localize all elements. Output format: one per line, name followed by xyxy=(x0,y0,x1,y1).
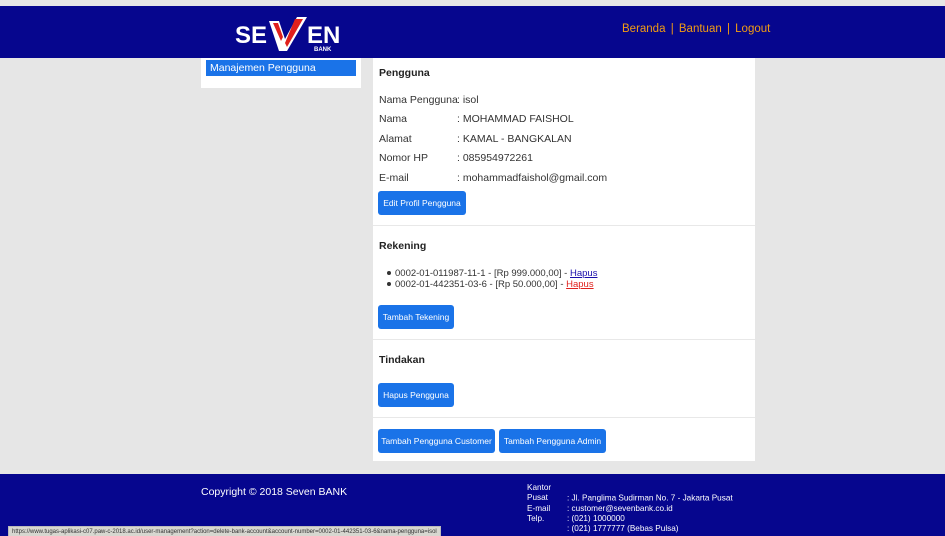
field-label: Nomor HP xyxy=(379,152,429,164)
account-text: 0002-01-442351-03-6 - [Rp 50.000,00] - xyxy=(395,279,567,290)
delete-account-link[interactable]: Hapus xyxy=(566,279,593,290)
field-value: : KAMAL - BANGKALAN xyxy=(457,133,572,145)
field-label: Alamat xyxy=(379,133,412,145)
account-list-item: 0002-01-011987-11-1 - [Rp 999.000,00] - … xyxy=(387,268,597,279)
section-divider xyxy=(373,417,755,418)
contact-key: E-mail xyxy=(527,503,551,513)
add-account-button[interactable]: Tambah Tekening xyxy=(378,305,454,329)
copyright-text: Copyright © 2018 Seven BANK xyxy=(201,486,348,498)
browser-status-url: https://www.tugas-aplikasi-c07.paw-c-201… xyxy=(8,526,441,536)
nav-help-link[interactable]: Bantuan xyxy=(679,23,722,35)
actions-section-title: Tindakan xyxy=(379,354,425,366)
account-list-item: 0002-01-442351-03-6 - [Rp 50.000,00] - H… xyxy=(387,279,597,290)
field-label: Nama xyxy=(379,113,408,125)
footer: Copyright © 2018 Seven BANK Kantor Pusat… xyxy=(0,474,945,536)
field-label: Nama Pengguna xyxy=(379,94,458,106)
bullet-icon xyxy=(387,282,391,287)
contact-row: : (021) 1777777 (Bebas Pulsa) xyxy=(527,524,733,534)
svg-text:SE: SE xyxy=(235,22,267,49)
nav-separator: | xyxy=(670,23,674,35)
contact-row: Kantor Pusat : Jl. Panglima Sudirman No. … xyxy=(527,483,733,504)
edit-profile-button[interactable]: Edit Profil Pengguna xyxy=(378,191,466,215)
account-list: 0002-01-011987-11-1 - [Rp 999.000,00] - … xyxy=(387,268,597,290)
user-field-row: Nama : MOHAMMAD FAISHOL xyxy=(379,113,574,125)
field-value: : isol xyxy=(457,94,479,106)
contact-key: Kantor Pusat xyxy=(527,483,552,503)
contact-info: Kantor Pusat : Jl. Panglima Sudirman No. … xyxy=(527,483,733,534)
top-nav: Beranda | Bantuan | Logout xyxy=(622,23,770,35)
main-content: Pengguna Nama Pengguna: isol Nama : MOHAM… xyxy=(373,58,755,461)
accounts-section-title: Rekening xyxy=(379,240,427,252)
delete-account-link[interactable]: Hapus xyxy=(570,268,597,279)
contact-value: : Jl. Panglima Sudirman No. 7 - Jakarta … xyxy=(567,493,733,503)
nav-home-link[interactable]: Beranda xyxy=(622,23,665,35)
sidebar-item-user-management[interactable]: Manajemen Pengguna xyxy=(206,60,356,76)
contact-value: : (021) 1777777 (Bebas Pulsa) xyxy=(567,524,679,534)
add-admin-user-button[interactable]: Tambah Pengguna Admin xyxy=(499,429,606,453)
contact-row: Telp. : (021) 1000000 xyxy=(527,514,733,524)
field-label: E-mail xyxy=(379,172,409,184)
user-section-title: Pengguna xyxy=(379,67,430,79)
bullet-icon xyxy=(387,271,391,276)
delete-user-button[interactable]: Hapus Pengguna xyxy=(378,383,454,407)
nav-separator: | xyxy=(726,23,730,35)
field-value: : MOHAMMAD FAISHOL xyxy=(457,113,574,125)
contact-value: : (021) 1000000 xyxy=(567,513,625,523)
contact-key: Telp. xyxy=(527,513,545,523)
svg-text:BANK: BANK xyxy=(314,47,332,53)
top-header: SE EN BANK Beranda | Bantuan | Logout xyxy=(0,6,945,58)
user-field-row: Nomor HP : 085954972261 xyxy=(379,152,533,164)
user-field-row: E-mail : mohammadfaishol@gmail.com xyxy=(379,172,607,184)
svg-text:EN: EN xyxy=(307,22,340,49)
field-value: : 085954972261 xyxy=(457,152,533,164)
sidebar: Manajemen Pengguna xyxy=(201,58,361,88)
contact-row: E-mail : customer@sevenbank.co.id xyxy=(527,504,733,514)
user-field-row: Alamat : KAMAL - BANGKALAN xyxy=(379,133,572,145)
seven-bank-logo[interactable]: SE EN BANK xyxy=(233,15,343,53)
section-divider xyxy=(373,225,755,226)
account-text: 0002-01-011987-11-1 - [Rp 999.000,00] - xyxy=(395,268,570,279)
nav-logout-link[interactable]: Logout xyxy=(735,23,770,35)
contact-value: : customer@sevenbank.co.id xyxy=(567,503,673,513)
field-value: : mohammadfaishol@gmail.com xyxy=(457,172,608,184)
add-customer-user-button[interactable]: Tambah Pengguna Customer xyxy=(378,429,495,453)
user-field-row: Nama Pengguna: isol xyxy=(379,94,479,106)
section-divider xyxy=(373,339,755,340)
